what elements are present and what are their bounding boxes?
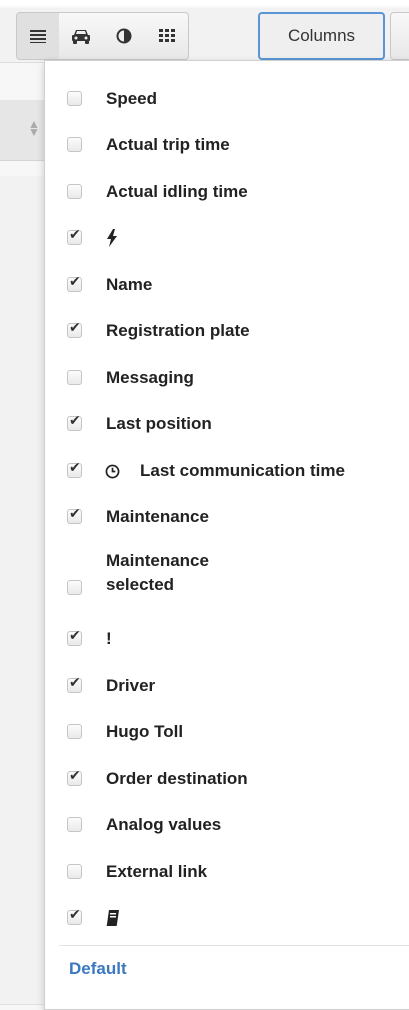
- checkbox[interactable]: ✔: [67, 460, 82, 478]
- checkbox[interactable]: ✔: [67, 320, 82, 338]
- column-option-alert[interactable]: ✔ !: [45, 624, 409, 654]
- checkbox[interactable]: ✔: [67, 274, 82, 292]
- lightning-icon: [106, 223, 118, 257]
- sort-icon[interactable]: ▲ ▼: [28, 118, 40, 138]
- column-option-driver[interactable]: ✔ Driver: [45, 671, 409, 701]
- grid-icon: [158, 29, 175, 43]
- checkbox[interactable]: [67, 184, 82, 199]
- column-option-book[interactable]: ✔: [45, 903, 409, 933]
- checkbox[interactable]: [67, 580, 82, 595]
- checkbox[interactable]: ✔: [67, 675, 82, 693]
- checkmark-icon: ✔: [69, 506, 81, 522]
- grid-view-button[interactable]: [145, 12, 189, 60]
- checkbox[interactable]: [67, 137, 82, 152]
- column-option-maintenance[interactable]: ✔ Maintenance: [45, 502, 409, 532]
- vehicle-view-button[interactable]: [59, 12, 103, 60]
- checkbox[interactable]: [67, 724, 82, 739]
- checkmark-icon: ✔: [69, 413, 81, 429]
- checkmark-icon: ✔: [69, 675, 81, 691]
- list-icon: [30, 29, 46, 43]
- clock-icon: [105, 464, 120, 484]
- list-view-button[interactable]: [16, 12, 60, 60]
- columns-dropdown: Speed Actual trip time Actual idling tim…: [44, 60, 409, 1010]
- checkbox[interactable]: ✔: [67, 227, 82, 245]
- checkbox[interactable]: ✔: [67, 506, 82, 524]
- column-option-actual-trip-time[interactable]: Actual trip time: [45, 130, 409, 160]
- checkbox[interactable]: [67, 864, 82, 879]
- column-option-order-destination[interactable]: ✔ Order destination: [45, 764, 409, 794]
- column-option-label: External link: [106, 862, 208, 881]
- checkbox[interactable]: ✔: [67, 907, 82, 925]
- column-option-label: Speed: [106, 89, 158, 108]
- column-option-hugo-toll[interactable]: Hugo Toll: [45, 717, 409, 747]
- column-option-label: Last position: [106, 414, 212, 433]
- column-option-label: Registration plate: [106, 321, 250, 340]
- columns-button[interactable]: Columns: [258, 12, 385, 60]
- checkmark-icon: ✔: [69, 227, 81, 243]
- checkmark-icon: ✔: [69, 768, 81, 784]
- column-option-label: Maintenance selected: [106, 551, 209, 594]
- default-columns-link[interactable]: Default: [69, 959, 127, 979]
- column-option-name[interactable]: ✔ Name: [45, 270, 409, 300]
- checkbox[interactable]: ✔: [67, 413, 82, 431]
- column-option-maintenance-selected[interactable]: Maintenance selected: [45, 551, 409, 605]
- checkmark-icon: ✔: [69, 460, 81, 476]
- column-option-label: Driver: [106, 676, 156, 695]
- contrast-toggle-button[interactable]: [102, 12, 146, 60]
- column-option-external-link[interactable]: External link: [45, 857, 409, 887]
- column-option-label: Messaging: [106, 368, 194, 387]
- column-option-speed[interactable]: Speed: [45, 84, 409, 114]
- column-option-last-position[interactable]: ✔ Last position: [45, 409, 409, 439]
- column-option-label: Maintenance: [106, 507, 209, 526]
- column-option-analog-values[interactable]: Analog values: [45, 810, 409, 840]
- toolbar-next-button[interactable]: [390, 12, 409, 60]
- cropped-heading: [0, 0, 409, 6]
- column-option-messaging[interactable]: Messaging: [45, 363, 409, 393]
- checkmark-icon: ✔: [69, 274, 81, 290]
- dropdown-divider: [59, 945, 409, 946]
- column-option-last-communication-time[interactable]: ✔ Last communication time: [45, 456, 409, 486]
- column-option-label: Order destination: [106, 769, 248, 788]
- cropped-heading-text: [82, 0, 87, 6]
- checkbox[interactable]: ✔: [67, 628, 82, 646]
- column-option-label: Hugo Toll: [106, 722, 184, 741]
- checkmark-icon: ✔: [69, 907, 81, 923]
- book-icon: [106, 903, 120, 936]
- column-option-label: Name: [106, 275, 153, 294]
- column-option-label: Last communication time: [140, 461, 345, 480]
- column-option-actual-idling-time[interactable]: Actual idling time: [45, 177, 409, 207]
- checkbox[interactable]: [67, 817, 82, 832]
- column-option-lightning[interactable]: ✔: [45, 223, 409, 253]
- column-option-label: Actual idling time: [106, 182, 248, 201]
- column-option-label: Analog values: [106, 815, 222, 834]
- checkmark-icon: ✔: [69, 628, 81, 644]
- checkbox[interactable]: [67, 91, 82, 106]
- checkmark-icon: ✔: [69, 320, 81, 336]
- contrast-icon: [116, 28, 132, 44]
- car-icon: [71, 28, 91, 44]
- toolbar: Columns: [0, 8, 409, 63]
- column-option-label: Actual trip time: [106, 135, 230, 154]
- checkbox[interactable]: [67, 370, 82, 385]
- checkbox[interactable]: ✔: [67, 768, 82, 786]
- column-option-registration-plate[interactable]: ✔ Registration plate: [45, 316, 409, 346]
- column-option-label: !: [106, 629, 112, 648]
